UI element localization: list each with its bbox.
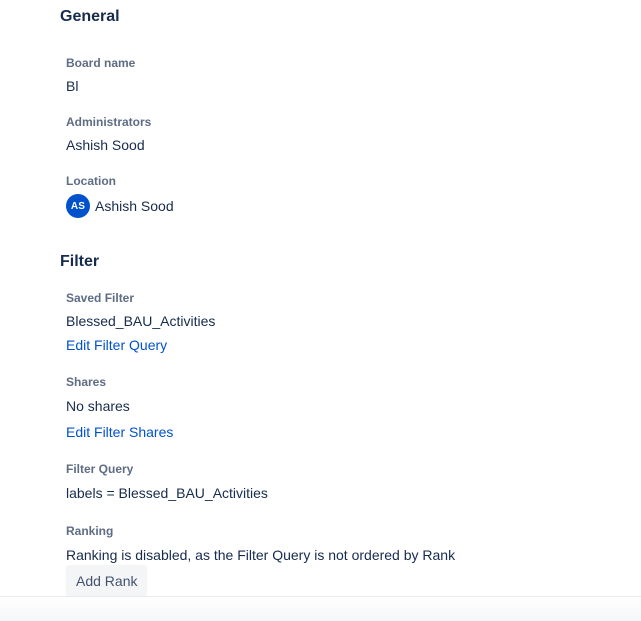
board-name-label: Board name (66, 56, 136, 70)
saved-filter-value: Blessed_BAU_Activities (66, 313, 216, 329)
board-name-value: Bl (66, 78, 79, 94)
location-label: Location (66, 174, 116, 188)
administrators-label: Administrators (66, 115, 152, 129)
edit-filter-query-link[interactable]: Edit Filter Query (66, 335, 167, 355)
ranking-value: Ranking is disabled, as the Filter Query… (66, 547, 456, 563)
ranking-label: Ranking (66, 524, 114, 538)
avatar: AS (66, 194, 90, 218)
edit-filter-shares-link[interactable]: Edit Filter Shares (66, 422, 173, 442)
scroll-fade (0, 596, 641, 621)
shares-label: Shares (66, 375, 107, 389)
filter-query-label: Filter Query (66, 462, 134, 476)
general-section-title: General (60, 8, 120, 25)
administrators-value: Ashish Sood (66, 137, 145, 153)
filter-query-value: labels = Blessed_BAU_Activities (66, 485, 268, 501)
location-name: Ashish Sood (95, 198, 174, 214)
filter-section-title: Filter (60, 253, 100, 270)
shares-value: No shares (66, 398, 130, 414)
saved-filter-label: Saved Filter (66, 291, 135, 305)
add-rank-button[interactable]: Add Rank (66, 565, 148, 597)
location-value: AS Ashish Sood (66, 194, 174, 218)
